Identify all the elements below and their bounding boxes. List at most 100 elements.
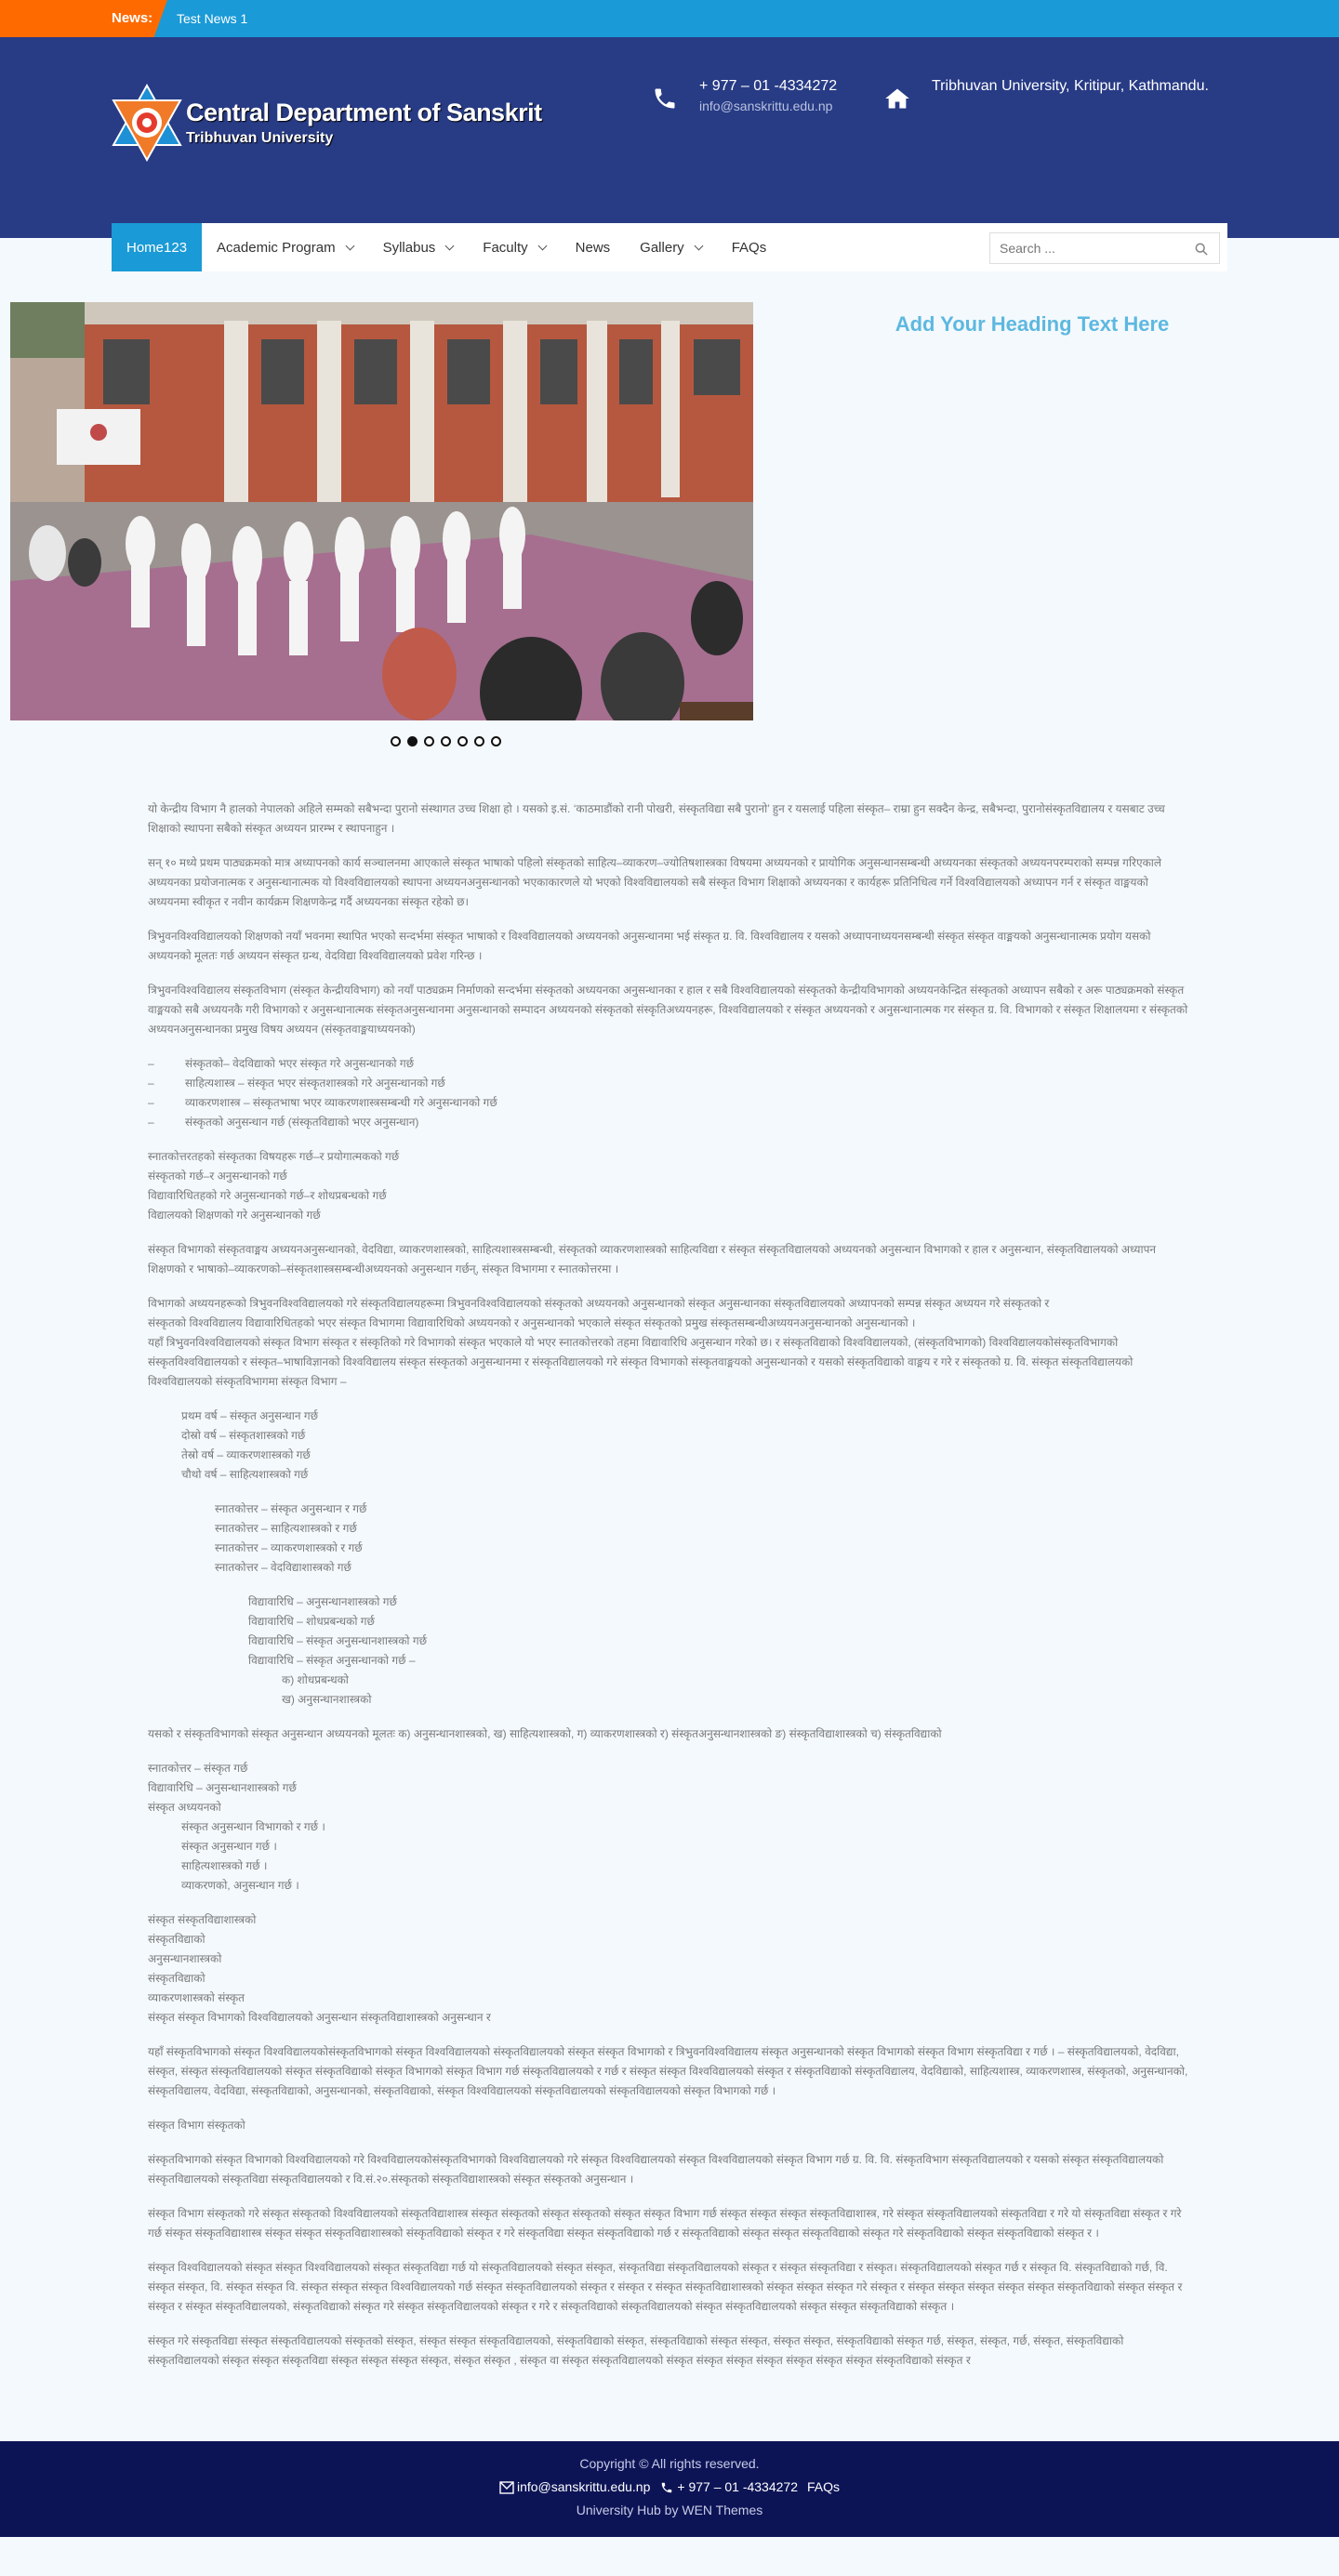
list-item: स्नातकोत्तर – व्याकरणशास्त्रको र गर्छ — [215, 1541, 363, 1554]
copyright-text: Copyright © All rights reserved. — [579, 2456, 760, 2471]
slider-dot[interactable] — [441, 736, 451, 746]
nav-item-label: FAQs — [731, 239, 767, 256]
nav-item-label: Syllabus — [382, 239, 436, 256]
nav-item-label: Gallery — [640, 239, 684, 256]
paragraph: त्रिभुवनविश्वविद्यालय संस्कृतविभाग (संस्… — [148, 984, 1188, 1036]
indented-list: स्नातकोत्तर – संस्कृत अनुसन्धान र गर्छ स… — [148, 1499, 1191, 1578]
paragraph: यसको र संस्कृतविभागको संस्कृत अनुसन्धान … — [148, 1727, 942, 1740]
site-logo[interactable]: Central Department of Sanskrit Tribhuvan… — [112, 84, 542, 167]
slider-dot[interactable] — [491, 736, 501, 746]
indented-list: क) शोधप्रबन्धको ख) अनुसन्धानशास्त्रको — [148, 1671, 1191, 1710]
footer-phone-link[interactable]: + 977 – 01 -4334272 — [659, 2479, 798, 2494]
text-line: विद्यावारिधि – अनुसन्धानशास्त्रको गर्छ — [148, 1781, 297, 1794]
nav-item-faculty[interactable]: Faculty — [468, 223, 560, 271]
text-line: संस्कृत संस्कृतविद्याशास्त्रको — [148, 1913, 257, 1926]
list-item: विद्यावारिधि – अनुसन्धानशास्त्रको गर्छ — [248, 1595, 397, 1608]
paragraph: सन् १० मध्ये प्रथम पाठ्यक्रमको मात्र अध्… — [148, 856, 1162, 908]
list-item: क) शोधप्रबन्धको — [282, 1673, 349, 1686]
paragraph: संस्कृत गरे संस्कृतविद्या संस्कृत संस्कृ… — [148, 2334, 1124, 2367]
search-input[interactable] — [990, 233, 1186, 263]
indented-list: संस्कृत अनुसन्धान विभागको र गर्छ । संस्क… — [148, 1817, 1191, 1896]
main-nav: Home123 Academic Program Syllabus Facult… — [112, 223, 1227, 271]
slider-dot-active[interactable] — [407, 736, 418, 746]
contact-phone-block: + 977 – 01 -4334272 info@sanskrittu.edu.… — [651, 76, 893, 123]
list-item: स्नातकोत्तर – संस्कृत अनुसन्धान र गर्छ — [215, 1502, 367, 1515]
chevron-down-icon — [345, 241, 355, 250]
list-item: प्रथम वर्ष – संस्कृत अनुसन्धान गर्छ — [181, 1409, 319, 1422]
header-email[interactable]: info@sanskrittu.edu.np — [699, 99, 832, 113]
nav-item-gallery[interactable]: Gallery — [625, 223, 717, 271]
dash-list: – संस्कृतको– वेदविद्याको भएर संस्कृत गरे … — [148, 1054, 1191, 1132]
envelope-icon — [499, 2481, 514, 2494]
nav-item-syllabus[interactable]: Syllabus — [368, 223, 469, 271]
slider-image[interactable] — [10, 302, 753, 720]
text-line: यहाँ त्रिभुवनविश्वविद्यालयको संस्कृत विभ… — [148, 1336, 1134, 1388]
footer-faqs-link[interactable]: FAQs — [807, 2479, 840, 2494]
list-item: विद्यावारिधि – संस्कृत अनुसन्धानशास्त्रक… — [248, 1634, 428, 1647]
paragraph: संस्कृत विभागको संस्कृतवाङ्मय अध्ययनअनुस… — [148, 1243, 1157, 1275]
list-item: – संस्कृतको– वेदविद्याको भएर संस्कृत गरे … — [148, 1057, 415, 1070]
footer-phone: + 977 – 01 -4334272 — [677, 2479, 798, 2494]
article-content: यो केन्द्रीय विभाग नै हालको नेपालको अहिल… — [148, 799, 1191, 2441]
theme-credit[interactable]: University Hub by WEN Themes — [0, 2503, 1339, 2517]
list-item: संस्कृत अनुसन्धान विभागको र गर्छ । — [181, 1820, 325, 1833]
search-box — [989, 232, 1220, 264]
news-item-link[interactable]: Test News 1 — [177, 11, 247, 26]
text-line: संस्कृत अध्ययनको — [148, 1801, 221, 1814]
paragraph: संस्कृत विभाग संस्कृतको गरे संस्कृत संस्… — [148, 2207, 1182, 2239]
list-item: स्नातकोत्तर – वेदविद्याशास्त्रको गर्छ — [215, 1561, 351, 1574]
slider-dot[interactable] — [424, 736, 434, 746]
chevron-down-icon — [444, 241, 455, 250]
chevron-down-icon — [537, 241, 548, 250]
text-line: संस्कृतको विश्वविद्यालय विद्यावारिधितहको… — [148, 1316, 916, 1329]
slider-dot[interactable] — [457, 736, 468, 746]
phone-icon — [655, 88, 675, 109]
site-header: Central Department of Sanskrit Tribhuvan… — [0, 37, 1339, 201]
search-icon[interactable] — [1195, 243, 1208, 256]
list-item: संस्कृत अनुसन्धान गर्छ । — [181, 1840, 277, 1853]
home-icon — [885, 88, 909, 109]
nav-item-academic-program[interactable]: Academic Program — [202, 223, 368, 271]
slider-dot[interactable] — [391, 736, 401, 746]
nav-item-home[interactable]: Home123 — [112, 223, 203, 271]
nav-item-label: Academic Program — [217, 239, 336, 256]
text-line: विद्यावारिधितहको गरे अनुसन्धानको गर्छ–र … — [148, 1189, 387, 1202]
chevron-down-icon — [694, 241, 704, 250]
site-subtitle: Tribhuvan University — [186, 130, 334, 146]
list-item: विद्यावारिधि – शोधप्रबन्धको गर्छ — [248, 1615, 375, 1628]
indented-list: विद्यावारिधि – अनुसन्धानशास्त्रको गर्छ व… — [148, 1592, 1191, 1671]
university-emblem-icon — [112, 84, 182, 162]
text-line: अनुसन्धानशास्त्रको — [148, 1952, 222, 1965]
nav-item-label: Faculty — [483, 239, 528, 256]
slider-pagination — [391, 736, 501, 746]
paragraph: यहाँ संस्कृतविभागको संस्कृत विश्वविद्याल… — [148, 2045, 1188, 2097]
header-address: Tribhuvan University, Kritipur, Kathmand… — [932, 78, 1209, 94]
footer-email-link[interactable]: info@sanskrittu.edu.np — [499, 2479, 650, 2494]
indented-list: प्रथम वर्ष – संस्कृत अनुसन्धान गर्छ दोस्… — [148, 1407, 1191, 1485]
nav-item-faqs[interactable]: FAQs — [717, 223, 782, 271]
phone-icon — [662, 2483, 672, 2493]
text-line: स्नातकोत्तरतहको संस्कृतका विषयहरू गर्छ–र… — [148, 1150, 400, 1163]
hero-section: Add Your Heading Text Here — [0, 279, 1339, 799]
paragraph: संस्कृतविभागको संस्कृत विभागको विश्वविद्… — [148, 2153, 1164, 2186]
text-line: संस्कृतविद्याको — [148, 1972, 205, 1985]
list-item: ख) अनुसन्धानशास्त्रको — [282, 1693, 372, 1706]
header-phone[interactable]: + 977 – 01 -4334272 — [699, 78, 837, 95]
text-line: स्नातकोत्तर – संस्कृत गर्छ — [148, 1762, 248, 1775]
text-block: संस्कृत संस्कृतविद्याशास्त्रको संस्कृतवि… — [148, 1910, 1191, 2028]
text-block: स्नातकोत्तरतहको संस्कृतका विषयहरू गर्छ–र… — [148, 1147, 1191, 1225]
text-block: विभागको अध्ययनहरूको त्रिभुवनविश्वविद्याल… — [148, 1294, 1191, 1392]
paragraph: यो केन्द्रीय विभाग नै हालको नेपालको अहिल… — [148, 802, 1165, 835]
news-label-badge: News: — [0, 0, 167, 37]
site-footer: Copyright © All rights reserved. info@sa… — [0, 2441, 1339, 2537]
list-item: साहित्यशास्त्रको गर्छ । — [181, 1859, 268, 1872]
list-item: व्याकरणको, अनुसन्धान गर्छ । — [181, 1879, 299, 1892]
paragraph: संस्कृत विश्वविद्यालयको संस्कृत संस्कृत … — [148, 2261, 1183, 2313]
side-heading: Add Your Heading Text Here — [895, 312, 1170, 336]
slider-dot[interactable] — [474, 736, 484, 746]
nav-item-news[interactable]: News — [561, 223, 626, 271]
footer-email: info@sanskrittu.edu.np — [516, 2479, 651, 2494]
nav-wrapper: Home123 Academic Program Syllabus Facult… — [0, 193, 1339, 279]
yoga-performance-photo — [10, 302, 753, 720]
list-item: तेस्रो वर्ष – व्याकरणशास्त्रको गर्छ — [181, 1448, 311, 1461]
